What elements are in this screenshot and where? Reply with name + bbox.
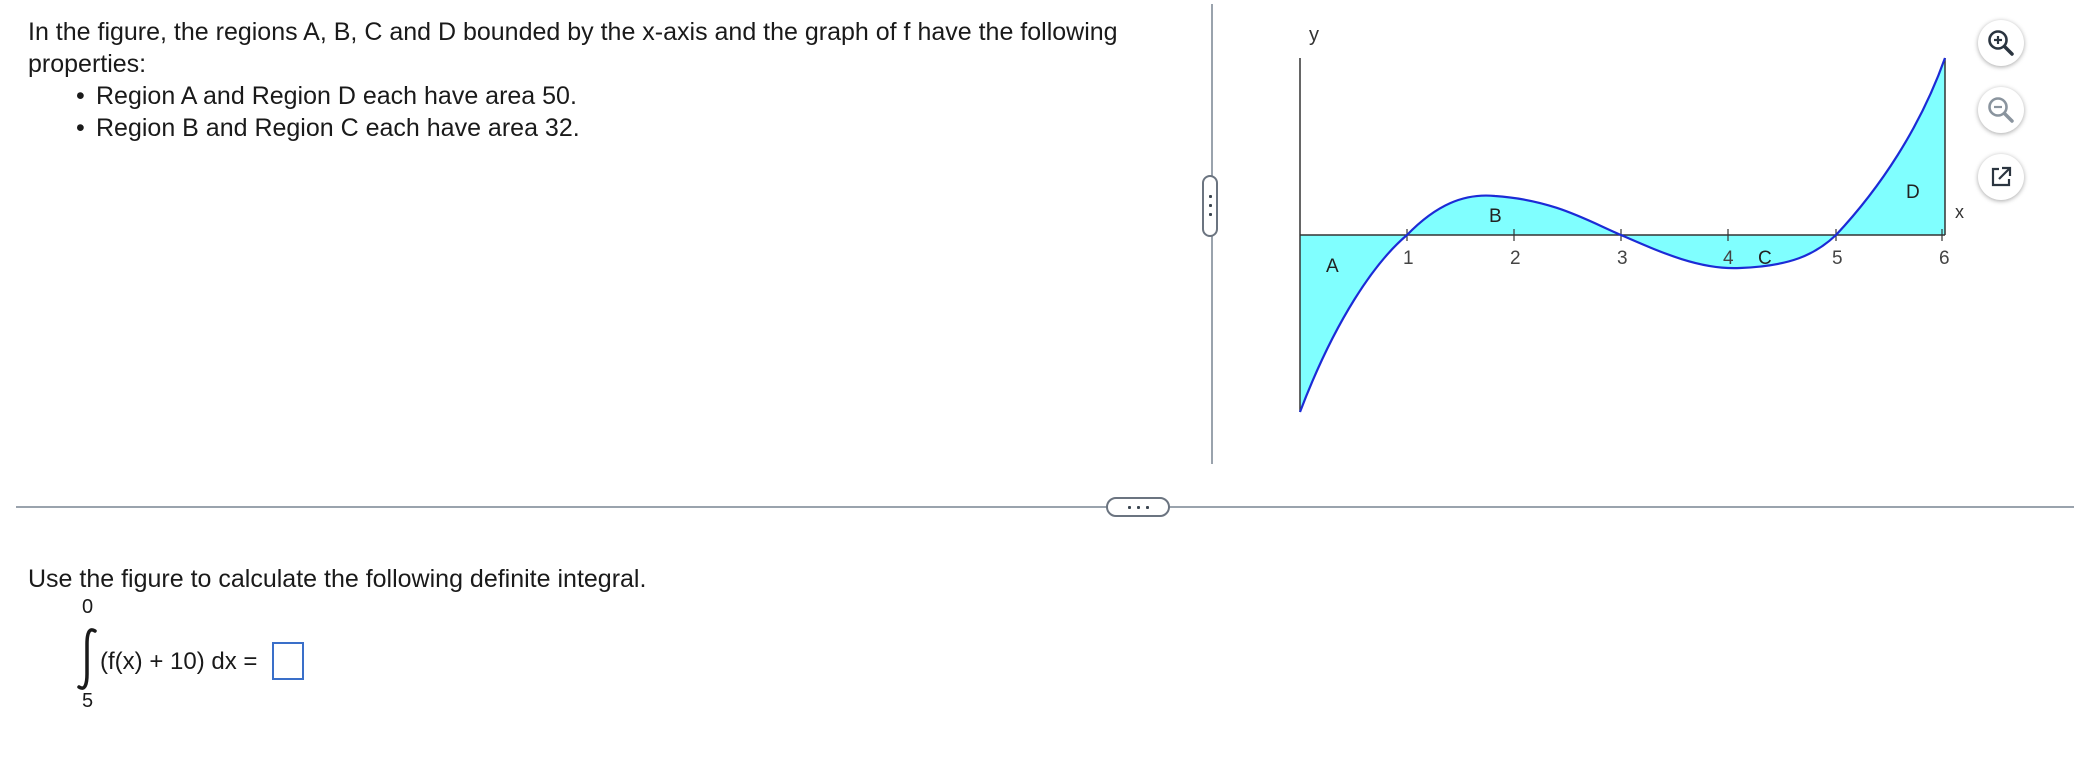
property-item: Region B and Region C each have area 32. xyxy=(76,112,1128,144)
region-label-b: B xyxy=(1489,206,1502,227)
zoom-out-icon xyxy=(1988,97,2014,123)
tick-label-5: 5 xyxy=(1832,248,1843,269)
popout-button[interactable] xyxy=(1978,154,2024,200)
horizontal-splitter-handle[interactable] xyxy=(1106,497,1170,517)
upper-limit: 0 xyxy=(82,596,94,618)
zoom-in-icon xyxy=(1988,30,2014,56)
properties-list: Region A and Region D each have area 50.… xyxy=(28,80,1128,144)
problem-statement: In the figure, the regions A, B, C and D… xyxy=(28,16,1128,144)
y-axis-label: y xyxy=(1309,24,1319,46)
problem-intro: In the figure, the regions A, B, C and D… xyxy=(28,18,1118,78)
region-label-d: D xyxy=(1906,182,1920,203)
area-graph: y x 1 2 3 4 5 6 A B C D xyxy=(1298,24,1964,413)
lower-limit: 5 xyxy=(82,690,94,712)
external-link-icon xyxy=(1991,166,2012,187)
property-item: Region A and Region D each have area 50. xyxy=(76,80,1128,112)
vertical-splitter-handle[interactable] xyxy=(1202,175,1218,237)
tick-label-3: 3 xyxy=(1617,248,1628,269)
answer-input[interactable] xyxy=(272,642,304,680)
tick-label-2: 2 xyxy=(1510,248,1521,269)
tick-label-4: 4 xyxy=(1723,248,1734,269)
horizontal-splitter xyxy=(16,506,2074,508)
tick-label-6: 6 xyxy=(1939,248,1950,269)
region-label-c: C xyxy=(1758,248,1772,269)
question-prompt: Use the figure to calculate the followin… xyxy=(28,565,647,593)
x-axis-label: x xyxy=(1955,202,1964,222)
zoom-in-button[interactable] xyxy=(1978,20,2024,66)
zoom-out-button[interactable] xyxy=(1978,87,2024,133)
integrand: (f(x) + 10) dx = xyxy=(100,648,258,675)
region-label-a: A xyxy=(1326,256,1339,277)
tick-label-1: 1 xyxy=(1403,248,1414,269)
integral-sign-icon xyxy=(77,628,97,690)
definite-integral: 0 5 (f(x) + 10) dx = xyxy=(76,596,476,716)
